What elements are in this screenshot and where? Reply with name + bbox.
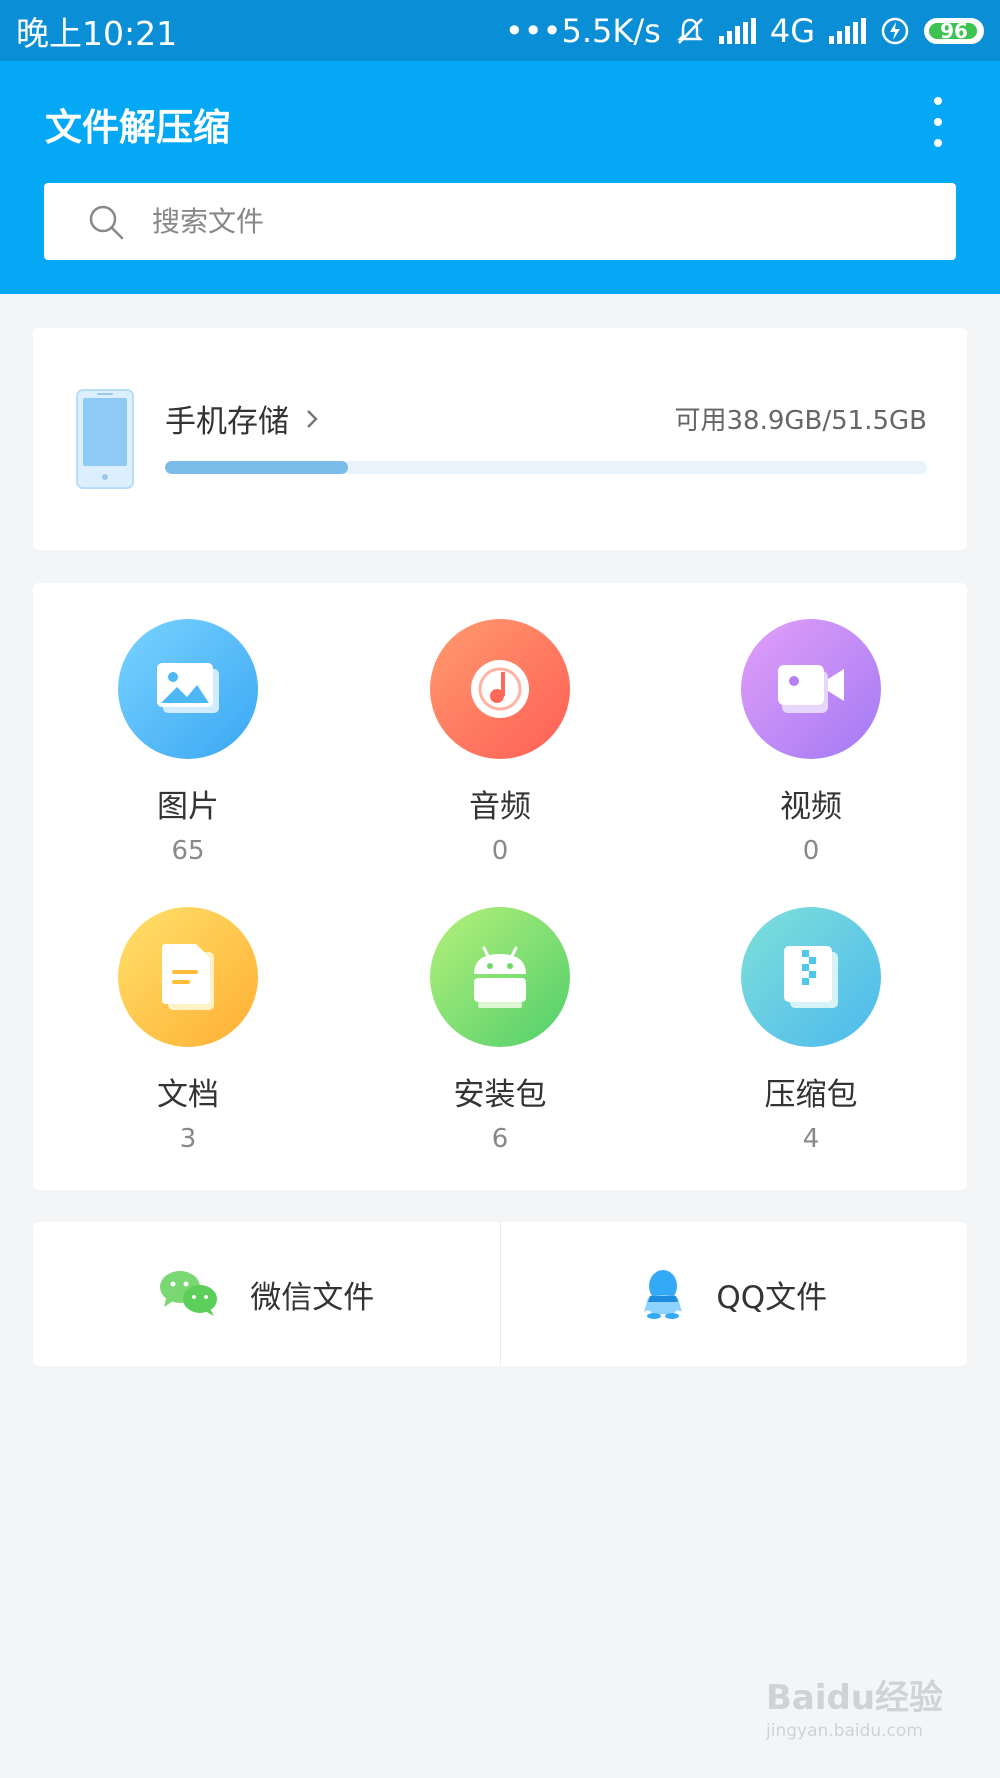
status-time: 晚上10:21 bbox=[16, 13, 178, 53]
more-vertical-icon[interactable] bbox=[918, 97, 958, 147]
source-links-card: 微信文件 QQ文件 bbox=[33, 1222, 967, 1366]
document-icon bbox=[118, 907, 258, 1047]
wechat-files-label: 微信文件 bbox=[250, 1279, 375, 1316]
category-label: 图片 bbox=[157, 789, 219, 825]
phone-icon bbox=[76, 389, 134, 489]
category-archives[interactable]: 压缩包 4 bbox=[691, 907, 931, 1154]
category-video[interactable]: 视频 0 bbox=[691, 619, 931, 866]
music-icon bbox=[430, 619, 570, 759]
category-label: 视频 bbox=[780, 789, 842, 825]
search-icon bbox=[89, 205, 124, 239]
category-audio[interactable]: 音频 0 bbox=[380, 619, 620, 866]
signal-icon bbox=[718, 17, 756, 44]
charging-icon bbox=[881, 17, 909, 44]
qq-icon bbox=[644, 1270, 683, 1319]
search-input[interactable] bbox=[150, 204, 854, 239]
category-count: 0 bbox=[802, 836, 820, 866]
storage-progress-bar bbox=[165, 461, 927, 474]
search-bar[interactable] bbox=[44, 183, 956, 260]
category-count: 4 bbox=[802, 1124, 820, 1154]
watermark-sub: jingyan.baidu.com bbox=[766, 1721, 923, 1741]
file-category-grid: 图片 65 音频 0 视频 0 文档 3 安装包 6 压缩包 4 bbox=[33, 583, 967, 1190]
status-bar: 晚上10:21 •••5.5K/s 4G 96 bbox=[0, 0, 1000, 61]
phone-storage-card[interactable]: 手机存储 可用38.9GB/51.5GB bbox=[33, 328, 967, 550]
category-apk[interactable]: 安装包 6 bbox=[380, 907, 620, 1154]
storage-title-label: 手机存储 bbox=[165, 404, 289, 440]
zip-icon bbox=[741, 907, 881, 1047]
video-icon bbox=[741, 619, 881, 759]
app-title: 文件解压缩 bbox=[45, 106, 230, 149]
status-icons: •••5.5K/s 4G 96 bbox=[505, 12, 984, 50]
category-label: 文档 bbox=[157, 1077, 219, 1113]
category-label: 音频 bbox=[469, 789, 531, 825]
category-count: 0 bbox=[491, 836, 509, 866]
qq-files-link[interactable]: QQ文件 bbox=[499, 1222, 968, 1366]
image-icon bbox=[118, 619, 258, 759]
category-label: 安装包 bbox=[453, 1077, 547, 1113]
network-speed: •••5.5K/s bbox=[504, 11, 661, 50]
battery-indicator: 96 bbox=[924, 17, 984, 44]
category-images[interactable]: 图片 65 bbox=[68, 619, 308, 866]
category-count: 3 bbox=[179, 1124, 197, 1154]
wechat-icon bbox=[160, 1271, 218, 1316]
network-type: 4G bbox=[769, 11, 815, 50]
android-icon bbox=[430, 907, 570, 1047]
category-label: 压缩包 bbox=[764, 1077, 858, 1113]
storage-title[interactable]: 手机存储 bbox=[165, 396, 319, 441]
chevron-right-icon bbox=[307, 409, 318, 428]
storage-free-text: 可用38.9GB/51.5GB bbox=[674, 406, 927, 436]
baidu-watermark: Baidu经验 jingyan.baidu.com bbox=[766, 1670, 943, 1741]
wechat-files-link[interactable]: 微信文件 bbox=[33, 1222, 500, 1366]
watermark-text: Baidu经验 bbox=[766, 1678, 944, 1718]
storage-progress-fill bbox=[165, 461, 348, 474]
app-bar: 文件解压缩 bbox=[0, 61, 1000, 294]
category-count: 6 bbox=[491, 1124, 509, 1154]
category-documents[interactable]: 文档 3 bbox=[68, 907, 308, 1154]
battery-level: 96 bbox=[940, 18, 968, 43]
signal-icon-2 bbox=[829, 17, 866, 44]
category-count: 65 bbox=[171, 836, 205, 866]
mute-icon bbox=[676, 17, 703, 44]
qq-files-label: QQ文件 bbox=[716, 1279, 828, 1316]
